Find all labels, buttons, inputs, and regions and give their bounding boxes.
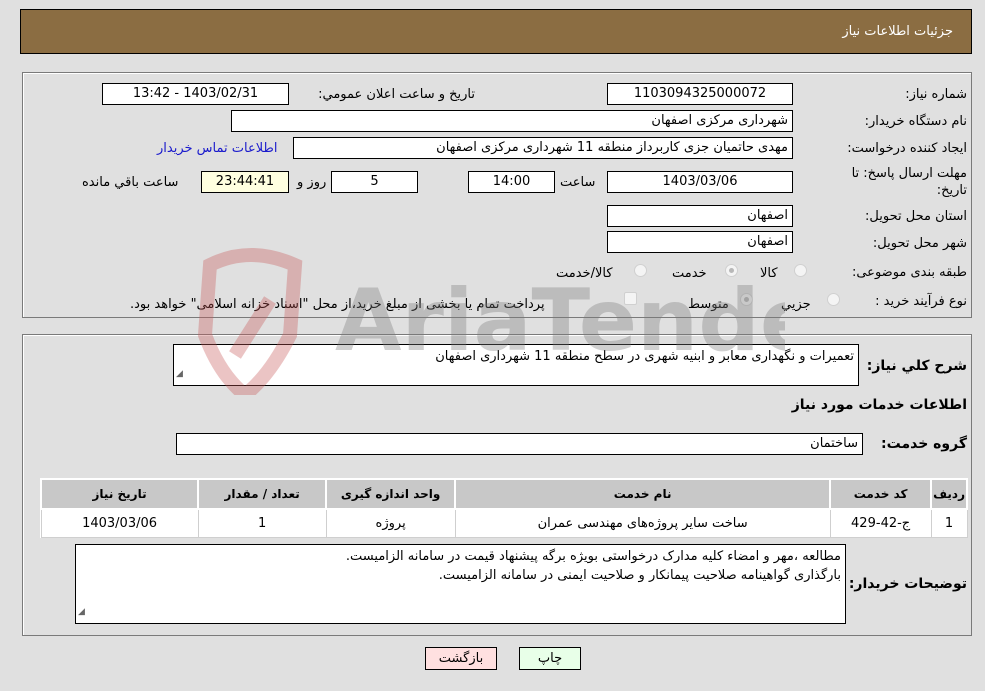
services-table: ردیف کد خدمت نام خدمت واحد اندازه گیری ت… [39,478,968,538]
deadline-label-line2: تاریخ: [936,183,967,198]
buyer-notes-textarea[interactable]: مطالعه ،مهر و امضاء کلیه مدارک درخواستی … [75,544,846,624]
print-button[interactable]: چاپ [519,647,581,670]
cell-row-number: 1 [930,508,968,538]
col-need-date: تاریخ نیاز [39,478,200,510]
general-desc-text: تعمیرات و نگهداری معابر و ابنیه شهری در … [435,349,854,364]
service-group-field: ساختمان [176,433,863,455]
need-number-field: 1103094325000072 [607,83,793,105]
days-label: روز و [297,175,327,190]
col-row-number: ردیف [930,478,968,510]
purchase-minor-label: جزيي [781,297,811,312]
purchase-medium-label: متوسط [688,297,729,312]
table-row: 1 ج-42-429 ساخت سایر پروژه‌های مهندسی عم… [40,508,968,538]
delivery-province-label: استان محل تحویل: [865,209,967,224]
treasury-checkbox[interactable] [624,292,637,305]
col-unit: واحد اندازه گیری [325,478,457,510]
cell-unit: پروژه [325,508,456,538]
category-label: طبقه بندی موضوعی: [851,265,967,280]
category-service-label: خدمت [672,266,707,281]
category-goods-radio[interactable] [794,264,807,277]
delivery-province-field: اصفهان [607,205,793,227]
buyer-notes-line1: مطالعه ،مهر و امضاء کلیه مدارک درخواستی … [345,549,841,564]
service-group-label: گروه خدمت: [881,436,967,452]
col-service-name: نام خدمت [454,478,832,510]
col-quantity: تعداد / مقدار [197,478,328,510]
services-title: اطلاعات خدمات مورد نیاز [791,397,967,413]
cell-quantity: 1 [197,508,327,538]
requester-field: مهدی حاتمیان جزی کاربرداز منطقه 11 شهردا… [293,137,793,159]
treasury-note: پرداخت تمام یا بخشی از مبلغ خرید،از محل … [130,297,545,312]
buyer-notes-label: توضیحات خریدار: [848,576,967,592]
category-goods-service-radio[interactable] [634,264,647,277]
cell-service-code: ج-42-429 [829,508,932,538]
purchase-minor-radio[interactable] [827,293,840,306]
deadline-label-line1: مهلت ارسال پاسخ: تا [851,166,967,181]
general-desc-label: شرح کلي نیاز: [866,358,967,374]
buyer-org-label: نام دستگاه خریدار: [864,114,967,129]
page-header: جزئیات اطلاعات نیاز [20,9,972,54]
remaining-label: ساعت باقي مانده [82,175,179,190]
purchase-type-label: نوع فرآیند خرید : [875,294,967,309]
page-title: جزئیات اطلاعات نیاز [842,24,953,39]
category-goods-label: کالا [760,266,778,281]
col-service-code: کد خدمت [829,478,933,510]
remaining-time-field: 23:44:41 [201,171,289,193]
need-info-panel [22,72,972,318]
deadline-time-label: ساعت [560,175,596,190]
resize-grip-icon[interactable]: ◢ [176,365,183,384]
category-service-radio[interactable] [725,264,738,277]
buyer-org-field: شهرداری مرکزی اصفهان [231,110,793,132]
deadline-date-field: 1403/03/06 [607,171,793,193]
buyer-contact-link[interactable]: اطلاعات تماس خریدار [157,141,277,156]
cell-need-date: 1403/03/06 [40,508,199,538]
cell-service-name: ساخت سایر پروژه‌های مهندسی عمران [454,508,831,538]
buyer-notes-line2: بارگذاری گواهینامه صلاحیت پیمانکار و صلا… [438,568,841,583]
table-header-row: ردیف کد خدمت نام خدمت واحد اندازه گیری ت… [39,478,968,510]
delivery-city-label: شهر محل تحویل: [872,236,967,251]
announce-datetime-label: تاریخ و ساعت اعلان عمومي: [318,87,475,102]
deadline-time-field: 14:00 [468,171,555,193]
category-goods-service-label: کالا/خدمت [556,266,613,281]
general-desc-textarea[interactable]: تعمیرات و نگهداری معابر و ابنیه شهری در … [173,344,859,386]
announce-datetime-field: 1403/02/31 - 13:42 [102,83,289,105]
need-number-label: شماره نیاز: [905,87,967,102]
delivery-city-field: اصفهان [607,231,793,253]
purchase-medium-radio[interactable] [740,293,753,306]
requester-label: ایجاد کننده درخواست: [847,141,967,156]
resize-grip-icon[interactable]: ◢ [78,603,85,622]
remaining-days-field: 5 [331,171,418,193]
back-button[interactable]: بازگشت [425,647,497,670]
